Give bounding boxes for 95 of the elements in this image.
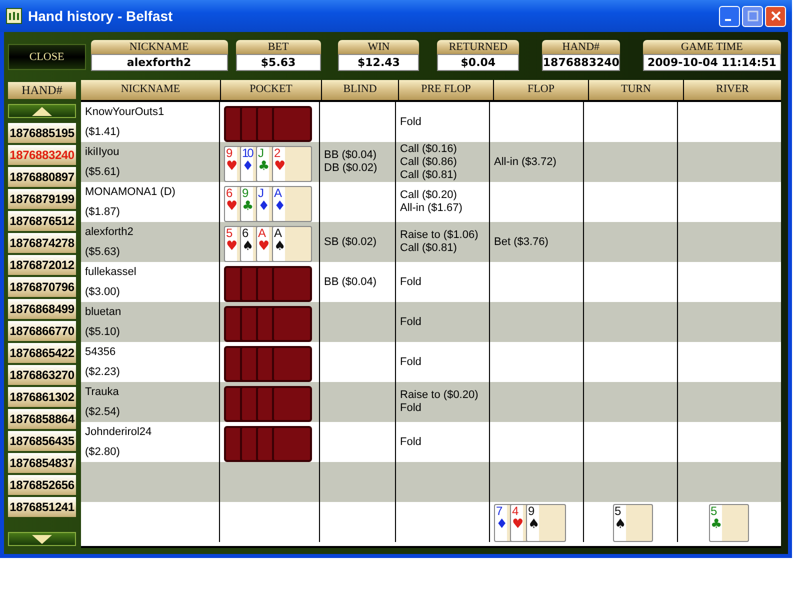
hand-number-item[interactable]: 1876876512 bbox=[8, 211, 76, 231]
column-header: TURN bbox=[589, 80, 684, 100]
maximize-icon bbox=[746, 10, 758, 22]
summary-value: 1876883240 bbox=[542, 54, 620, 71]
hand-number-item[interactable]: 1876872012 bbox=[8, 255, 76, 275]
preflop-action: Raise to ($1.06) bbox=[400, 229, 480, 242]
player-nickname: Johnderirol24 bbox=[85, 425, 153, 440]
preflop-action: Call ($0.81) bbox=[400, 242, 458, 255]
player-nickname: fullekassel bbox=[85, 265, 138, 280]
playing-card: A ♦ bbox=[272, 186, 312, 222]
close-window-button[interactable] bbox=[765, 6, 786, 26]
column-header: NICKNAME bbox=[81, 80, 221, 100]
close-icon bbox=[770, 10, 782, 22]
preflop-action: Fold bbox=[400, 356, 422, 368]
player-stack: ($3.00) bbox=[85, 285, 121, 300]
summary-value: $12.43 bbox=[338, 54, 420, 71]
summary-label: NICKNAME bbox=[90, 40, 228, 54]
summary-value: 2009-10-04 11:14:51 bbox=[642, 54, 781, 71]
hand-number-item[interactable]: 1876856435 bbox=[8, 431, 76, 451]
preflop-action: Fold bbox=[400, 402, 422, 415]
player-stack: ($5.63) bbox=[85, 245, 121, 260]
player-stack: ($5.10) bbox=[85, 325, 121, 340]
player-stack: ($1.41) bbox=[85, 125, 121, 140]
caret-up-icon bbox=[32, 106, 52, 116]
player-stack: ($2.23) bbox=[85, 365, 121, 380]
flop-action: Bet ($3.76) bbox=[494, 236, 550, 248]
scroll-up-button[interactable] bbox=[8, 104, 76, 118]
minimize-icon bbox=[724, 19, 730, 21]
hand-number-item[interactable]: 1876880897 bbox=[8, 167, 76, 187]
preflop-action: Call ($0.81) bbox=[400, 168, 458, 182]
app-icon bbox=[6, 8, 22, 24]
player-nickname: ikiIIyou bbox=[85, 145, 120, 160]
maximize-button[interactable] bbox=[742, 6, 763, 26]
hand-number-item[interactable]: 1876865422 bbox=[8, 343, 76, 363]
blind-action: BB ($0.04) bbox=[324, 276, 378, 288]
summary-label: BET bbox=[236, 40, 321, 54]
minimize-button[interactable] bbox=[719, 6, 740, 26]
flop-action: All-in ($3.72) bbox=[494, 156, 558, 168]
playing-card: 5 ♠ bbox=[612, 504, 652, 542]
player-stack: ($5.61) bbox=[85, 165, 121, 180]
summary-value: alexforth2 bbox=[90, 54, 228, 71]
hand-number-item[interactable]: 1876852656 bbox=[8, 475, 76, 495]
hand-number-item[interactable]: 1876861302 bbox=[8, 387, 76, 407]
preflop-action: Fold bbox=[400, 116, 422, 128]
column-header: RIVER bbox=[684, 80, 781, 100]
hand-number-item[interactable]: 1876858864 bbox=[8, 409, 76, 429]
column-header: HAND# bbox=[8, 82, 76, 99]
hand-number-item[interactable]: 1876866770 bbox=[8, 321, 76, 341]
hand-number-item[interactable]: 1876885195 bbox=[8, 123, 76, 143]
hand-number-item[interactable]: 1876868499 bbox=[8, 299, 76, 319]
player-stack: ($2.54) bbox=[85, 405, 121, 420]
blind-action: SB ($0.02) bbox=[324, 236, 378, 248]
preflop-action: Raise to ($0.20) bbox=[400, 389, 480, 402]
summary-value: $0.04 bbox=[437, 54, 519, 71]
summary-label: WIN bbox=[338, 40, 420, 54]
player-nickname: KnowYourOuts1 bbox=[85, 105, 166, 120]
caret-down-icon bbox=[32, 534, 52, 544]
player-stack: ($1.87) bbox=[85, 205, 121, 220]
column-header: FLOP bbox=[494, 80, 589, 100]
playing-card: A ♠ bbox=[272, 226, 312, 262]
blind-action: BB ($0.04) bbox=[324, 149, 378, 162]
player-nickname: Trauka bbox=[85, 385, 120, 400]
summary-value: $5.63 bbox=[236, 54, 321, 71]
hand-number-item[interactable]: 1876854837 bbox=[8, 453, 76, 473]
preflop-action: Call ($0.16) bbox=[400, 142, 458, 156]
hand-number-item[interactable]: 1876851241 bbox=[8, 497, 76, 517]
hand-number-item[interactable]: 1876874278 bbox=[8, 233, 76, 253]
close-button[interactable]: CLOSE bbox=[8, 44, 86, 70]
column-header: POCKET bbox=[221, 80, 322, 100]
playing-card: 5 ♣ bbox=[708, 504, 748, 542]
preflop-action: Fold bbox=[400, 316, 422, 328]
preflop-action: Call ($0.86) bbox=[400, 156, 458, 168]
scroll-down-button[interactable] bbox=[8, 532, 76, 546]
summary-label: GAME TIME bbox=[642, 40, 781, 54]
preflop-action: All-in ($1.67) bbox=[400, 202, 464, 215]
playing-card: 2 ♥ bbox=[272, 146, 312, 182]
player-nickname: MONAMONA1 (D) bbox=[85, 185, 176, 200]
hand-number-item[interactable]: 1876879199 bbox=[8, 189, 76, 209]
playing-card: 9 ♠ bbox=[526, 504, 566, 542]
hand-number-item[interactable]: 1876870796 bbox=[8, 277, 76, 297]
hand-number-item[interactable]: 1876863270 bbox=[8, 365, 76, 385]
preflop-action: Call ($0.20) bbox=[400, 189, 458, 202]
player-nickname: 54356 bbox=[85, 345, 117, 360]
preflop-action: Fold bbox=[400, 276, 422, 288]
preflop-action: Fold bbox=[400, 436, 422, 448]
column-header: PRE FLOP bbox=[399, 80, 494, 100]
blind-action: DB ($0.02) bbox=[324, 162, 378, 175]
window-title: Hand history - Belfast bbox=[28, 8, 174, 24]
hand-number-item[interactable]: 1876883240 bbox=[8, 145, 76, 165]
player-nickname: bluetan bbox=[85, 305, 122, 320]
player-stack: ($2.80) bbox=[85, 445, 121, 460]
summary-label: HAND# bbox=[542, 40, 620, 54]
player-nickname: alexforth2 bbox=[85, 225, 134, 240]
column-header: BLIND bbox=[322, 80, 399, 100]
summary-label: RETURNED bbox=[437, 40, 519, 54]
